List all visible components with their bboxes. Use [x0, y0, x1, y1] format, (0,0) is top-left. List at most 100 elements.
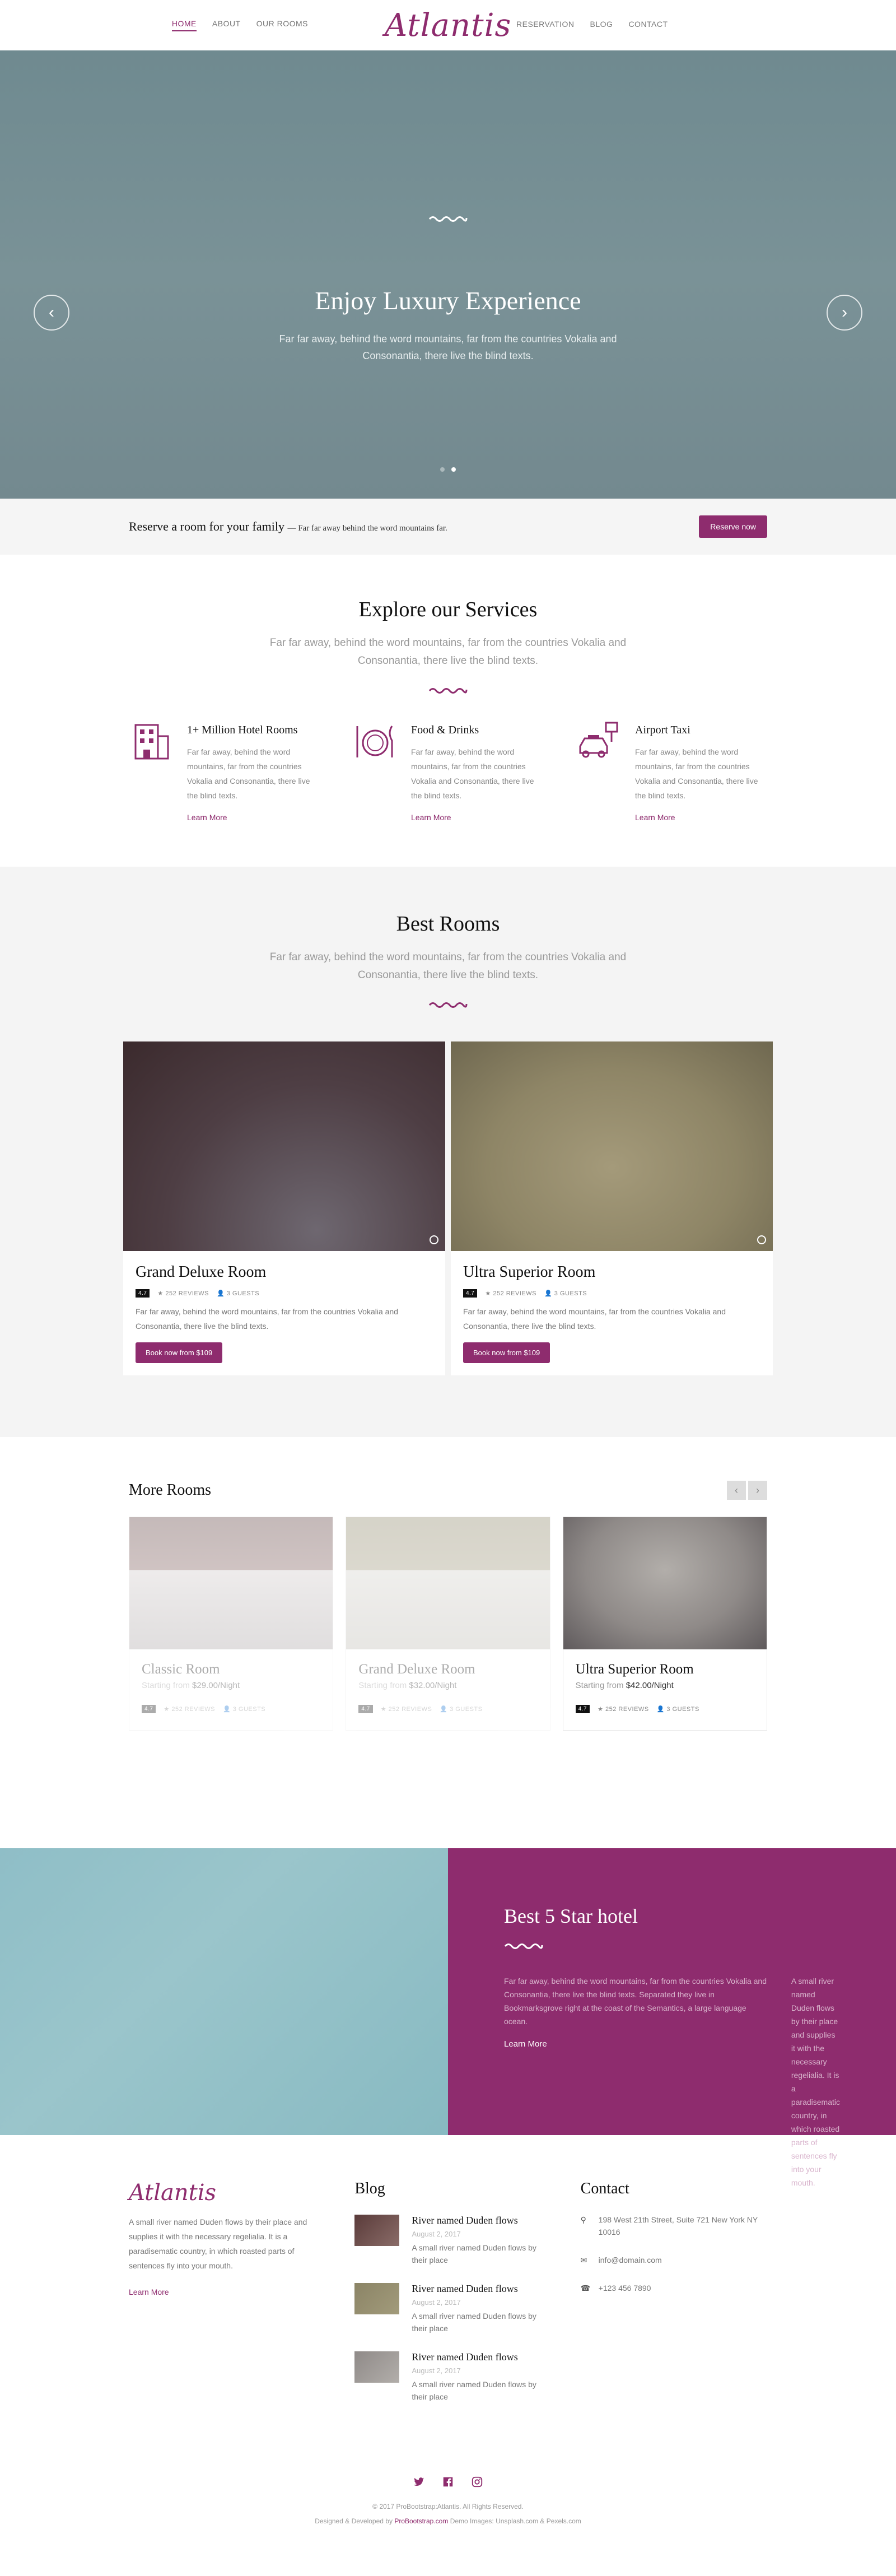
- twitter-icon[interactable]: [413, 2476, 425, 2488]
- room-image[interactable]: [129, 1517, 333, 1649]
- blog-post-title[interactable]: River named Duden flows: [412, 2283, 541, 2295]
- blog-post[interactable]: River named Duden flows August 2, 2017 A…: [354, 2215, 541, 2266]
- nav-about[interactable]: About: [212, 19, 241, 31]
- best-rooms-section: Best Rooms Far far away, behind the word…: [0, 867, 896, 1437]
- service-learn-more-link[interactable]: Learn More: [187, 813, 319, 822]
- carousel-next-button[interactable]: ›: [748, 1481, 767, 1500]
- reviews-text: 252 REVIEWS: [605, 1706, 649, 1713]
- room-image[interactable]: [346, 1517, 550, 1649]
- nav-blog[interactable]: Blog: [590, 20, 613, 31]
- nav-reservation[interactable]: Reservation: [516, 20, 575, 31]
- credits-link[interactable]: ProBootstrap.com: [394, 2517, 448, 2525]
- services-title: Explore our Services: [358, 598, 538, 621]
- room-image[interactable]: [123, 1041, 445, 1251]
- rating-badge: 4.7: [575, 1705, 590, 1713]
- star-icon: ★: [164, 1706, 172, 1713]
- wave-divider-icon: [428, 688, 468, 694]
- service-title: 1+ Million Hotel Rooms: [187, 724, 298, 736]
- service-text: Far far away, behind the word mountains,…: [635, 747, 758, 800]
- room-card[interactable]: Classic Room Starting from $29.00/Night …: [129, 1517, 334, 1731]
- nav-left: Home About Our Rooms: [171, 19, 308, 31]
- price-value: $29.00/Night: [192, 1681, 240, 1690]
- credits-suffix: Demo Images: Unsplash.com & Pexels.com: [450, 2517, 581, 2525]
- copyright-text: © 2017 ProBootstrap:Atlantis. All Rights…: [372, 2503, 524, 2510]
- room-image[interactable]: [451, 1041, 773, 1251]
- guests-count: 👤 3 GUESTS: [223, 1705, 265, 1713]
- service-text: Far far away, behind the word mountains,…: [411, 747, 534, 800]
- nav-home[interactable]: Home: [171, 19, 197, 31]
- services-list: 1+ Million Hotel Rooms Far far away, beh…: [129, 722, 767, 822]
- chevron-right-icon: ›: [748, 1481, 767, 1500]
- guests-text: 3 GUESTS: [226, 1290, 260, 1297]
- guests-text: 3 GUESTS: [232, 1706, 266, 1713]
- blog-thumbnail[interactable]: [354, 2215, 400, 2246]
- services-subtitle: Far far away, behind the word mountains,…: [269, 637, 627, 667]
- nav-right: Reservation Blog Contact: [516, 20, 668, 31]
- nav-our-rooms[interactable]: Our Rooms: [256, 19, 308, 31]
- reviews-text: 252 REVIEWS: [493, 1290, 536, 1297]
- zoom-icon[interactable]: [757, 1235, 766, 1244]
- instagram-icon[interactable]: [471, 2476, 483, 2488]
- more-rooms-carousel: Classic Room Starting from $29.00/Night …: [129, 1517, 767, 1731]
- chevron-left-icon: ‹: [49, 303, 54, 322]
- guests-count: 👤 3 GUESTS: [217, 1290, 259, 1297]
- service-learn-more-link[interactable]: Learn More: [411, 813, 543, 822]
- room-title[interactable]: Ultra Superior Room: [463, 1263, 760, 1281]
- hero-title: Enjoy Luxury Experience: [315, 286, 581, 315]
- user-icon: 👤: [440, 1706, 450, 1713]
- slider-prev-button[interactable]: ‹: [34, 295, 69, 331]
- room-title[interactable]: Grand Deluxe Room: [358, 1662, 537, 1677]
- user-icon: 👤: [222, 1706, 233, 1713]
- guests-text: 3 GUESTS: [450, 1706, 483, 1713]
- feature-section: Best 5 Star hotel Far far away, behind t…: [0, 1848, 896, 2187]
- footer-logo[interactable]: Atlantis: [129, 2180, 315, 2206]
- room-card[interactable]: Ultra Superior Room Starting from $42.00…: [562, 1517, 767, 1731]
- service-item: Food & Drinks Far far away, behind the w…: [353, 722, 543, 822]
- site-logo[interactable]: Atlantis: [385, 7, 511, 44]
- hotel-building-icon: [134, 724, 169, 760]
- feature-text-right: A small river named Duden flows by their…: [791, 1977, 840, 2187]
- slider-dot[interactable]: [440, 467, 445, 472]
- slider-next-button[interactable]: ›: [827, 295, 862, 331]
- feature-text-left: Far far away, behind the word mountains,…: [504, 1977, 767, 2026]
- room-title[interactable]: Grand Deluxe Room: [136, 1263, 433, 1281]
- blog-post-title[interactable]: River named Duden flows: [412, 2215, 541, 2226]
- room-meta: 4.7 ★ 252 REVIEWS 👤 3 GUESTS: [575, 1705, 754, 1713]
- nav-contact[interactable]: Contact: [628, 20, 668, 31]
- room-title[interactable]: Ultra Superior Room: [576, 1662, 754, 1677]
- wave-divider-icon: [428, 216, 468, 222]
- footer-learn-more-link[interactable]: Learn More: [129, 2287, 315, 2296]
- reviews-count: ★ 252 REVIEWS: [381, 1705, 432, 1713]
- reviews-count: ★ 252 REVIEWS: [164, 1705, 215, 1713]
- phone-text[interactable]: +123 456 7890: [599, 2282, 651, 2294]
- star-icon: ★: [157, 1290, 166, 1297]
- room-image[interactable]: [563, 1517, 767, 1649]
- book-now-button[interactable]: Book now from $109: [136, 1342, 223, 1363]
- feature-learn-more-link[interactable]: Learn More: [504, 2039, 769, 2049]
- hero-text: Far far away, behind the word mountains,…: [279, 333, 617, 361]
- slider-dot-active[interactable]: [451, 467, 456, 472]
- reviews-count: ★ 252 REVIEWS: [485, 1290, 536, 1297]
- user-icon: 👤: [656, 1706, 667, 1713]
- room-title[interactable]: Classic Room: [142, 1662, 320, 1677]
- room-price: Starting from $42.00/Night: [576, 1681, 754, 1690]
- zoom-icon[interactable]: [430, 1235, 438, 1244]
- blog-post-title[interactable]: River named Duden flows: [412, 2351, 541, 2363]
- book-now-button[interactable]: Book now from $109: [463, 1342, 550, 1363]
- user-icon: 👤: [544, 1290, 554, 1297]
- blog-post[interactable]: River named Duden flows August 2, 2017 A…: [354, 2283, 541, 2335]
- room-card[interactable]: Grand Deluxe Room Starting from $32.00/N…: [346, 1517, 550, 1731]
- facebook-icon[interactable]: [442, 2476, 454, 2488]
- feature-title: Best 5 Star hotel: [504, 1905, 638, 1927]
- service-learn-more-link[interactable]: Learn More: [635, 813, 767, 822]
- carousel-prev-button[interactable]: ‹: [727, 1481, 746, 1500]
- best-rooms-subtitle: Far far away, behind the word mountains,…: [269, 951, 627, 981]
- price-value: $42.00/Night: [626, 1681, 674, 1690]
- email-text[interactable]: info@domain.com: [599, 2254, 662, 2266]
- reviews-text: 252 REVIEWS: [388, 1706, 432, 1713]
- blog-post[interactable]: River named Duden flows August 2, 2017 A…: [354, 2351, 541, 2403]
- reserve-now-button[interactable]: Reserve now: [699, 515, 767, 538]
- wave-divider-icon: [504, 1943, 543, 1949]
- blog-thumbnail[interactable]: [354, 2351, 400, 2383]
- blog-thumbnail[interactable]: [354, 2283, 400, 2314]
